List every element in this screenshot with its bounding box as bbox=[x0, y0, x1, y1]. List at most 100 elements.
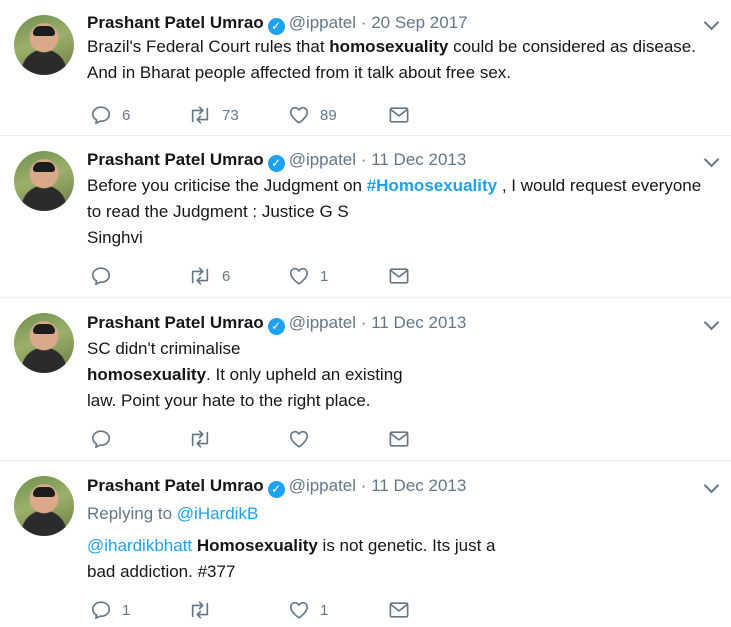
direct-message-button[interactable] bbox=[388, 427, 410, 451]
text-segment: law. Point your hate to the right place. bbox=[87, 391, 371, 410]
author-handle[interactable]: @ippatel bbox=[289, 13, 356, 32]
retweet-count: 6 bbox=[222, 267, 231, 285]
text-segment: , I would request everyone bbox=[497, 176, 702, 195]
bold-keyword: homosexuality bbox=[329, 37, 449, 56]
avatar[interactable] bbox=[14, 313, 74, 373]
like-count: 89 bbox=[320, 106, 337, 124]
retweet-button[interactable] bbox=[188, 598, 222, 622]
text-segment: could be considered as disease. bbox=[448, 37, 696, 56]
tweet-date[interactable]: 20 Sep 2017 bbox=[371, 13, 467, 32]
text-segment: And in Bharat people affected from it ta… bbox=[87, 63, 511, 82]
tweet-header: Prashant Patel Umrao ✓ @ippatel · 11 Dec 2… bbox=[87, 313, 466, 335]
reply-icon bbox=[91, 601, 111, 620]
avatar[interactable] bbox=[14, 15, 74, 75]
retweet-icon bbox=[191, 430, 209, 448]
tweet-date[interactable]: 11 Dec 2013 bbox=[371, 313, 466, 332]
author-name[interactable]: Prashant Patel Umrao bbox=[87, 150, 264, 169]
like-button[interactable]: 1 bbox=[288, 598, 328, 622]
reply-icon bbox=[91, 106, 111, 125]
reply-icon bbox=[91, 430, 111, 449]
tweet[interactable]: Prashant Patel Umrao ✓ @ippatel · 11 Dec 2… bbox=[0, 298, 731, 461]
tweet-date[interactable]: 11 Dec 2013 bbox=[371, 150, 466, 169]
text-segment: Brazil's Federal Court rules that bbox=[87, 37, 330, 56]
direct-message-button[interactable] bbox=[388, 264, 410, 288]
verified-icon: ✓ bbox=[267, 481, 285, 498]
text-segment: SC didn't criminalise bbox=[87, 339, 241, 358]
replying-to-mention[interactable]: @iHardikB bbox=[177, 504, 259, 523]
like-button[interactable]: 1 bbox=[288, 264, 328, 288]
direct-message-icon bbox=[389, 431, 409, 447]
like-icon bbox=[289, 106, 309, 124]
tweet-text: Before you criticise the Judgment on #Ho… bbox=[87, 173, 701, 251]
retweet-icon bbox=[191, 106, 209, 124]
retweet-button[interactable]: 6 bbox=[188, 264, 230, 288]
separator-dot: · bbox=[360, 13, 367, 32]
avatar[interactable] bbox=[14, 151, 74, 211]
tweet[interactable]: Prashant Patel Umrao ✓ @ippatel · 20 Sep 2… bbox=[0, 0, 731, 136]
like-icon bbox=[289, 430, 309, 448]
verified-icon: ✓ bbox=[267, 18, 285, 35]
like-count: 1 bbox=[320, 601, 329, 619]
chevron-down-icon[interactable] bbox=[703, 151, 720, 168]
reply-button[interactable] bbox=[90, 264, 122, 288]
tweet-feed: Prashant Patel Umrao ✓ @ippatel · 20 Sep 2… bbox=[0, 0, 731, 627]
tweet-actions bbox=[90, 427, 430, 451]
tweet-text: SC didn't criminalise homosexuality. It … bbox=[87, 336, 403, 414]
separator-dot: · bbox=[360, 150, 367, 169]
replying-to-line: Replying to @iHardikB bbox=[87, 501, 258, 527]
tweet-header: Prashant Patel Umrao ✓ @ippatel · 11 Dec 2… bbox=[87, 150, 466, 172]
direct-message-icon bbox=[389, 602, 409, 618]
reply-icon bbox=[91, 267, 111, 286]
bold-keyword: homosexuality bbox=[87, 365, 207, 384]
tweet[interactable]: Prashant Patel Umrao ✓ @ippatel · 11 Dec 2… bbox=[0, 136, 731, 298]
tweet-date[interactable]: 11 Dec 2013 bbox=[371, 476, 466, 495]
text-segment: . It only upheld an existing bbox=[206, 365, 403, 384]
direct-message-button[interactable] bbox=[388, 103, 410, 127]
like-button[interactable]: 89 bbox=[288, 103, 337, 127]
like-button[interactable] bbox=[288, 427, 320, 451]
text-segment: to read the Judgment : Justice G S bbox=[87, 202, 349, 221]
replying-to-label: Replying to bbox=[87, 504, 177, 523]
chevron-down-icon[interactable] bbox=[703, 14, 720, 31]
hashtag-link[interactable]: #Homosexuality bbox=[367, 176, 497, 195]
retweet-button[interactable] bbox=[188, 427, 222, 451]
tweet-header: Prashant Patel Umrao ✓ @ippatel · 11 Dec 2… bbox=[87, 476, 466, 498]
text-segment: Singhvi bbox=[87, 228, 143, 247]
like-count: 1 bbox=[320, 267, 329, 285]
verified-icon: ✓ bbox=[267, 318, 285, 335]
tweet-actions: 6 1 bbox=[90, 264, 430, 288]
tweet[interactable]: Prashant Patel Umrao ✓ @ippatel · 11 Dec 2… bbox=[0, 461, 731, 627]
author-handle[interactable]: @ippatel bbox=[289, 150, 356, 169]
author-handle[interactable]: @ippatel bbox=[289, 476, 356, 495]
like-icon bbox=[289, 601, 309, 619]
retweet-icon bbox=[191, 267, 209, 285]
direct-message-icon bbox=[389, 268, 409, 284]
bold-keyword: Homosexuality bbox=[196, 536, 318, 555]
mention-link[interactable]: @ihardikbhatt bbox=[87, 536, 192, 555]
author-name[interactable]: Prashant Patel Umrao bbox=[87, 476, 264, 495]
direct-message-button[interactable] bbox=[388, 598, 410, 622]
chevron-down-icon[interactable] bbox=[703, 314, 720, 331]
reply-button[interactable]: 1 bbox=[90, 598, 130, 622]
author-handle[interactable]: @ippatel bbox=[289, 313, 356, 332]
text-segment: Before you criticise the Judgment on bbox=[87, 176, 367, 195]
reply-count: 1 bbox=[122, 601, 131, 619]
retweet-count: 73 bbox=[222, 106, 239, 124]
tweet-text: Brazil's Federal Court rules that homose… bbox=[87, 34, 696, 86]
tweet-actions: 1 1 bbox=[90, 598, 430, 622]
retweet-icon bbox=[191, 601, 209, 619]
separator-dot: · bbox=[360, 313, 367, 332]
tweet-actions: 6 73 89 bbox=[90, 103, 430, 127]
avatar[interactable] bbox=[14, 476, 74, 536]
reply-count: 6 bbox=[122, 106, 131, 124]
author-name[interactable]: Prashant Patel Umrao bbox=[87, 13, 264, 32]
retweet-button[interactable]: 73 bbox=[188, 103, 239, 127]
like-icon bbox=[289, 267, 309, 285]
tweet-header: Prashant Patel Umrao ✓ @ippatel · 20 Sep 2… bbox=[87, 13, 468, 35]
tweet-text: @ihardikbhatt Homosexuality is not genet… bbox=[87, 533, 495, 585]
reply-button[interactable]: 6 bbox=[90, 103, 130, 127]
reply-button[interactable] bbox=[90, 427, 122, 451]
chevron-down-icon[interactable] bbox=[703, 477, 720, 494]
direct-message-icon bbox=[389, 107, 409, 123]
author-name[interactable]: Prashant Patel Umrao bbox=[87, 313, 264, 332]
